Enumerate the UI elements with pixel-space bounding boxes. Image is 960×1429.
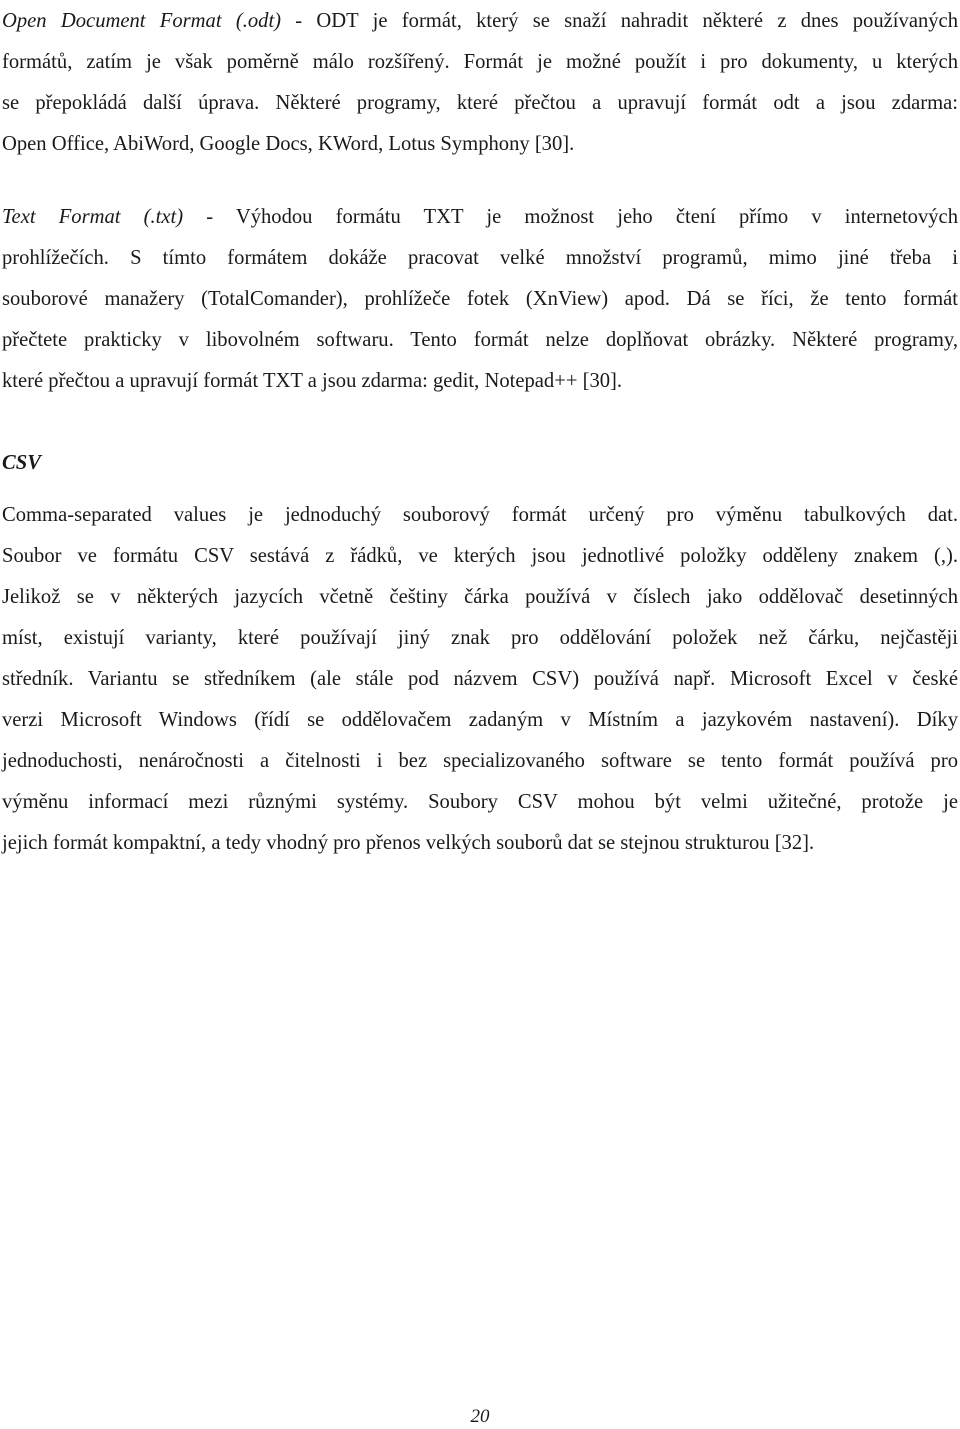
- text-line: přečtete prakticky v libovolném softwaru…: [2, 329, 958, 351]
- page-number: 20: [470, 1406, 490, 1427]
- text-line: středník. Variantu se středníkem (ale st…: [2, 668, 958, 690]
- paragraph-txt: Text Format (.txt) - Výhodou formátu TXT…: [2, 197, 958, 402]
- text-line: výměnu informací mezi různými systémy. S…: [2, 791, 958, 813]
- term-odt: Open Document Format (.odt): [2, 10, 282, 32]
- text-line: se přepokládá další úprava. Některé prog…: [2, 92, 958, 114]
- text-line: Open Office, AbiWord, Google Docs, KWord…: [2, 133, 575, 155]
- text-line: verzi Microsoft Windows (řídí se oddělov…: [2, 709, 958, 731]
- text-line: které přečtou a upravují formát TXT a js…: [2, 370, 623, 392]
- text-line: Open Document Format (.odt) - ODT je for…: [2, 1, 958, 42]
- text-fragment: - Výhodou formátu TXT je možnost jeho čt…: [183, 206, 958, 228]
- text-line: Soubor ve formátu CSV sestává z řádků, v…: [2, 545, 958, 567]
- text-fragment: - ODT je formát, který se snaží nahradit…: [281, 10, 958, 32]
- text-line: Comma-separated values je jednoduchý sou…: [2, 504, 958, 526]
- paragraph-odt: Open Document Format (.odt) - ODT je for…: [2, 1, 958, 165]
- text-line: souborové manažery (TotalComander), proh…: [2, 288, 958, 310]
- text-line: jednoduchosti, nenáročnosti a čitelnosti…: [2, 750, 958, 772]
- text-line: Jelikož se v některých jazycích včetně č…: [2, 586, 958, 608]
- text-line: míst, existují varianty, které používají…: [2, 627, 958, 649]
- text-line: jejich formát kompaktní, a tedy vhodný p…: [2, 832, 815, 854]
- section-heading-csv: CSV: [2, 452, 41, 474]
- text-line: formátů, zatím je však poměrně málo rozš…: [2, 51, 958, 73]
- text-line: prohlížečích. S tímto formátem dokáže pr…: [2, 247, 958, 269]
- paragraph-csv: Comma-separated values je jednoduchý sou…: [2, 495, 958, 864]
- term-txt: Text Format (.txt): [2, 206, 184, 228]
- text-line: Text Format (.txt) - Výhodou formátu TXT…: [2, 197, 958, 238]
